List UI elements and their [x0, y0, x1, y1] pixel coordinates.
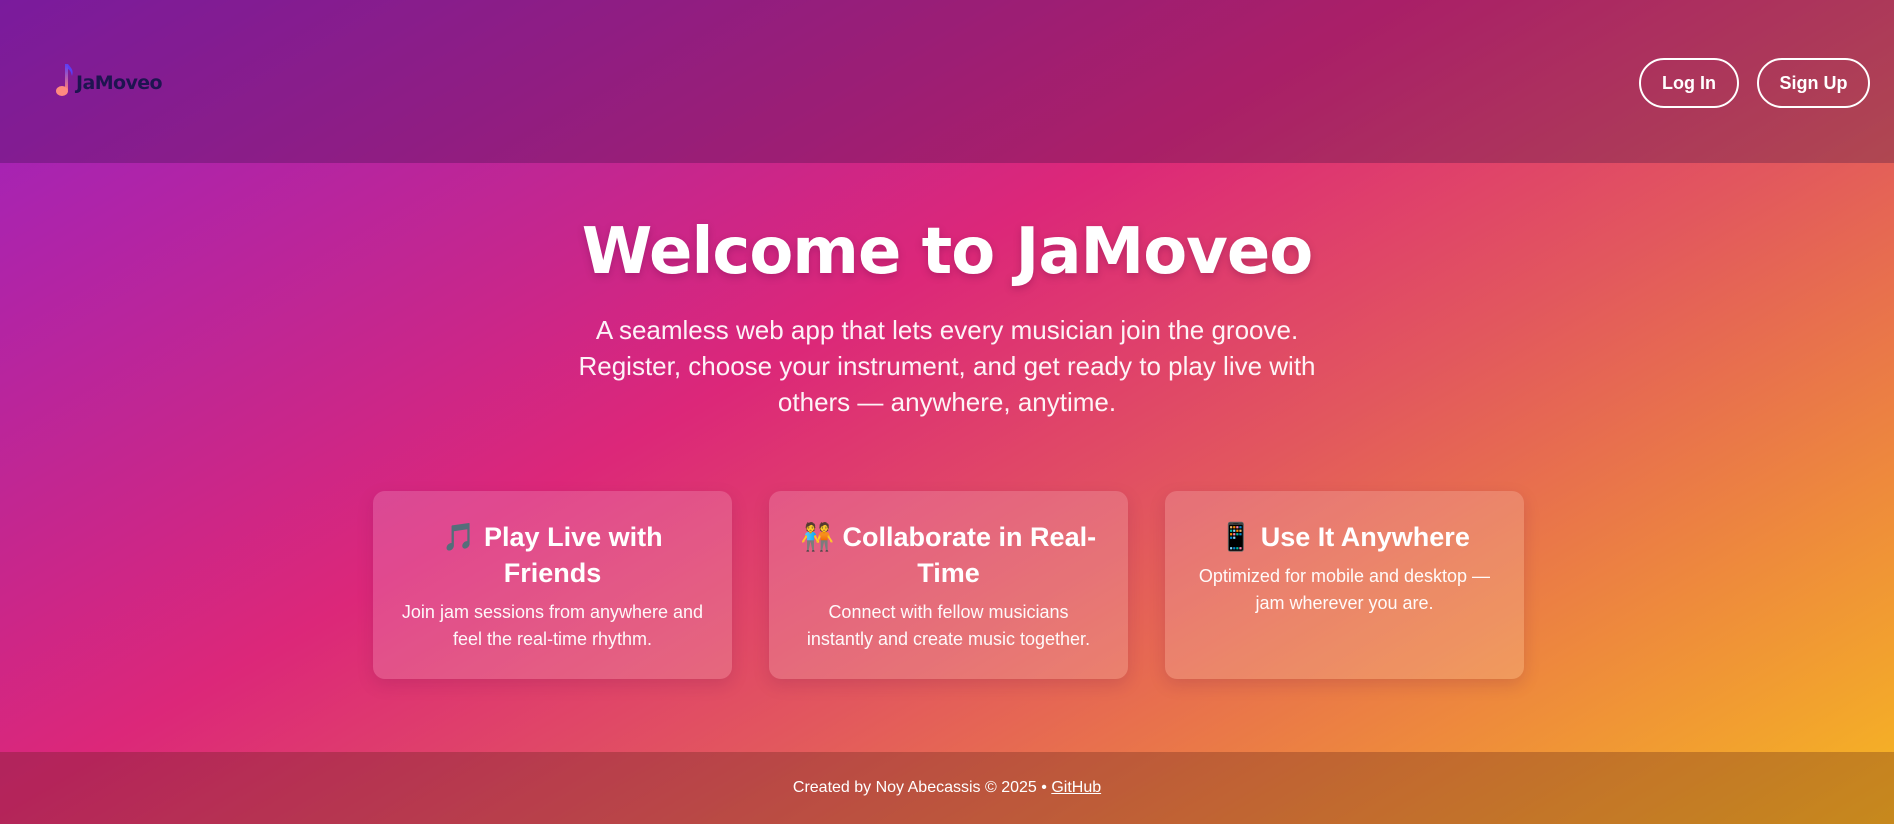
- feature-card-title: 📱 Use It Anywhere: [1191, 519, 1498, 555]
- hero-subtitle: A seamless web app that lets every music…: [578, 315, 1316, 417]
- logo-text: JaMoveo: [76, 72, 163, 94]
- music-note-icon: [56, 64, 73, 96]
- feature-card-description: Connect with fellow musicians instantly …: [806, 602, 1091, 649]
- signup-button[interactable]: Sign Up: [1757, 58, 1870, 108]
- feature-card-description: Join jam sessions from anywhere and feel…: [401, 602, 704, 649]
- people-holding-hands-icon: 🧑‍🤝‍🧑: [800, 522, 835, 552]
- feature-card-title: 🎵 Play Live with Friends: [399, 519, 706, 591]
- feature-card-collaborate: 🧑‍🤝‍🧑 Collaborate in Real-Time Connect wi…: [769, 491, 1128, 679]
- login-button[interactable]: Log In: [1639, 58, 1739, 108]
- mobile-phone-icon: 📱: [1219, 522, 1253, 552]
- top-navbar: JaMoveo Log In Sign Up: [0, 0, 1894, 163]
- hero-title: Welcome to JaMoveo: [581, 215, 1314, 289]
- footer: Created by Noy Abecassis © 2025 • GitHub: [0, 752, 1894, 824]
- feature-card-title: 🧑‍🤝‍🧑 Collaborate in Real-Time: [795, 519, 1102, 591]
- feature-card-description: Optimized for mobile and desktop — jam w…: [1198, 566, 1491, 613]
- musical-notes-icon: 🎵: [442, 522, 477, 552]
- feature-card-play-live: 🎵 Play Live with Friends Join jam session…: [373, 491, 732, 679]
- feature-title-text: Collaborate in Real-Time: [842, 522, 1097, 588]
- footer-credit: Created by Noy Abecassis © 2025 •: [792, 779, 1047, 796]
- feature-card-use-anywhere: 📱 Use It Anywhere Optimized for mobile an…: [1165, 491, 1524, 679]
- feature-title-text: Use It Anywhere: [1260, 522, 1470, 552]
- feature-title-text: Play Live with Friends: [484, 522, 663, 588]
- github-link[interactable]: GitHub: [1051, 779, 1101, 797]
- app-logo[interactable]: JaMoveo: [52, 62, 163, 98]
